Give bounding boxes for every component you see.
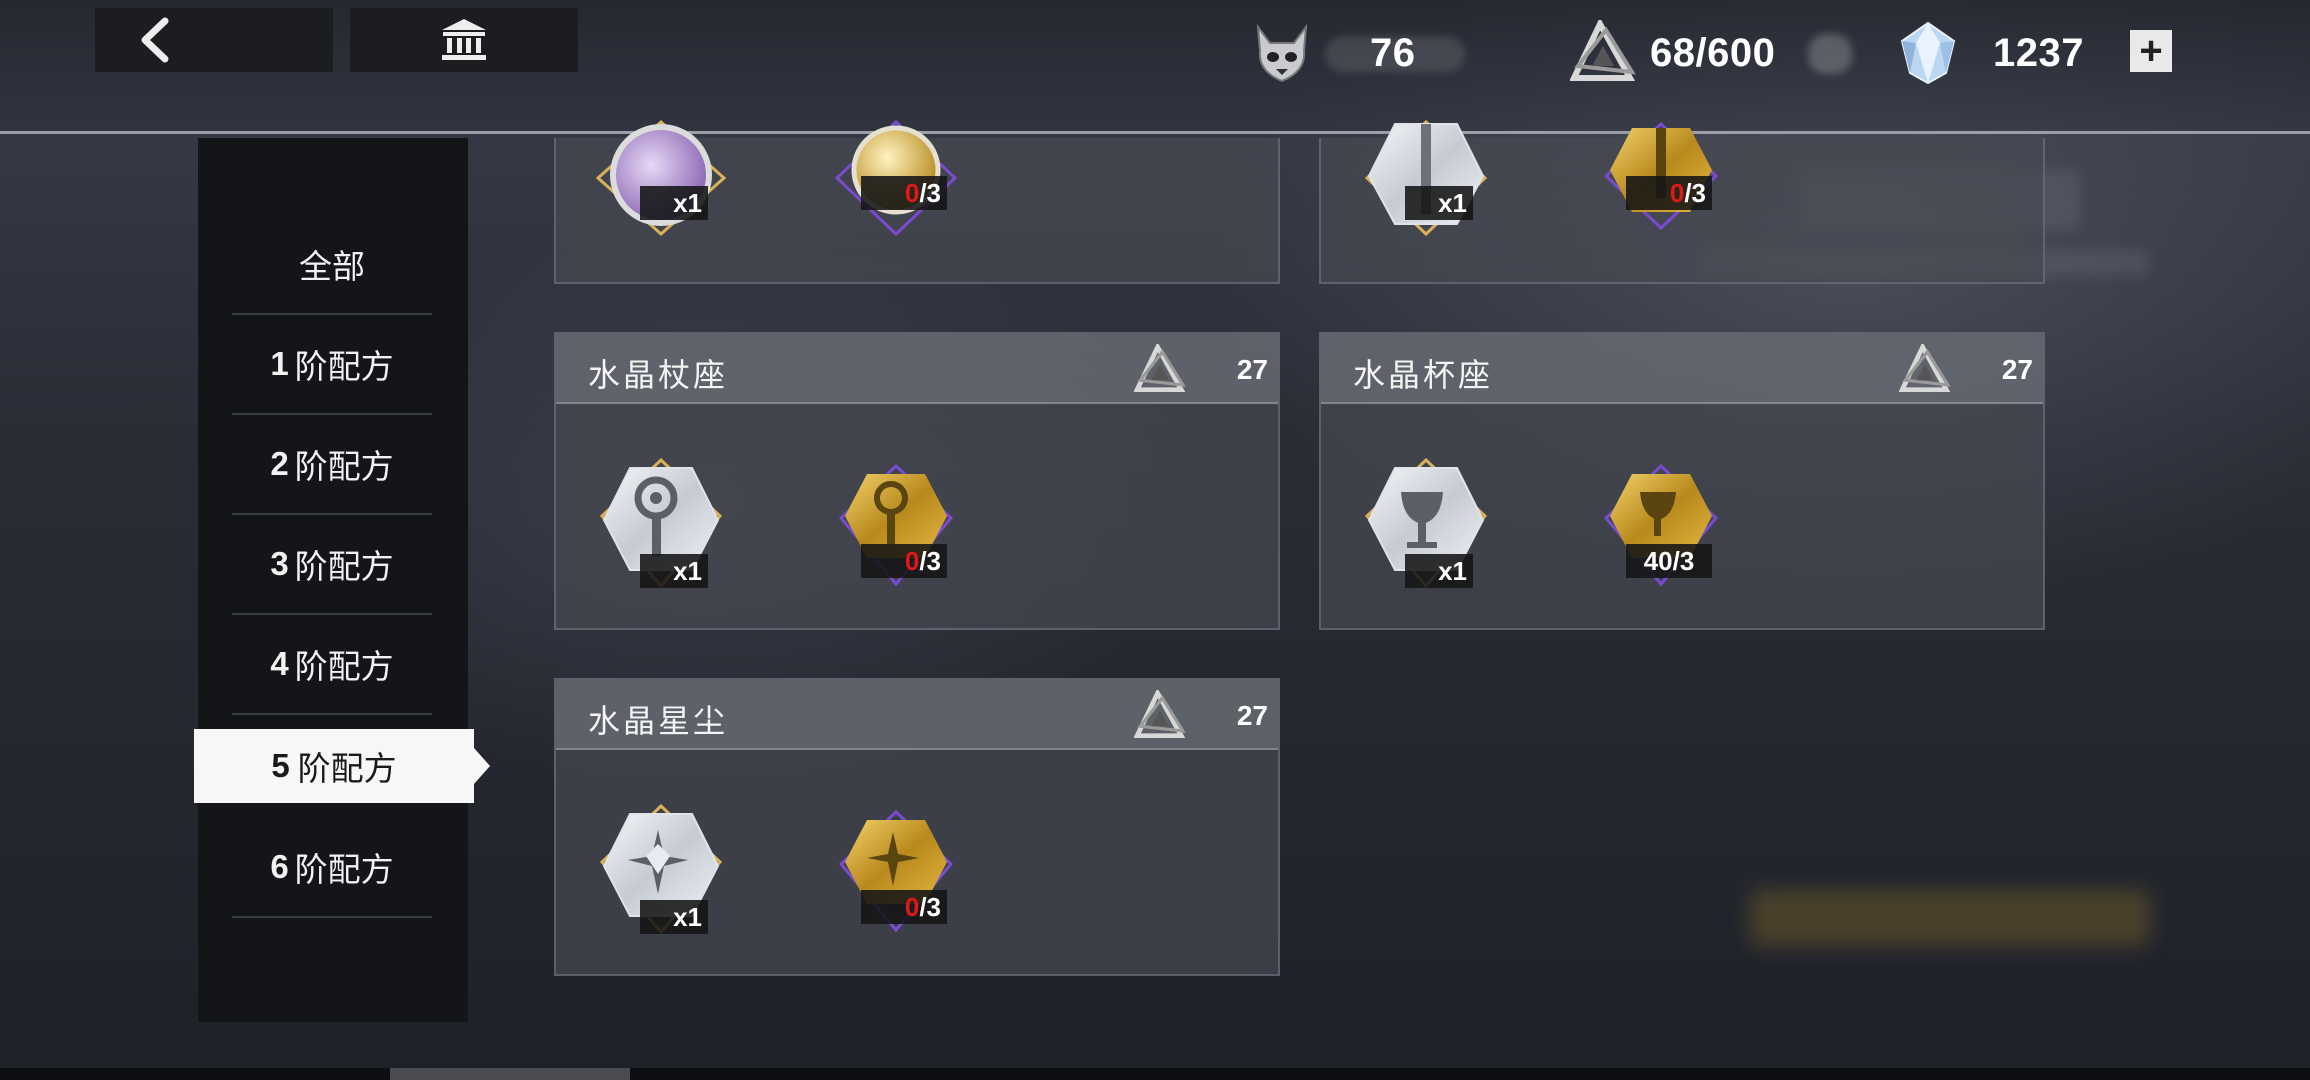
stamina-count: 68/600 [1650,30,1776,75]
blur-pill [1808,34,1852,74]
input-item-slot[interactable]: x1 [1361,457,1491,589]
output-item-slot[interactable]: 0/3 [831,458,961,588]
recipe-title: 水晶杯座 [1353,357,1494,393]
sidebar-item-label: 阶配方 [294,348,394,385]
museum-button[interactable] [350,8,578,72]
output-current: 0 [904,178,920,208]
tier-number: 2 [270,445,289,482]
skull-count: 76 [1370,30,1416,75]
input-item-slot[interactable]: x1 [595,119,727,250]
output-required: /3 [919,546,941,576]
recipe-card-crystal-cup-base[interactable]: 水晶杯座 27 x1 40/3 [1319,332,2045,630]
bottom-strip [0,1068,2310,1080]
output-item-slot[interactable]: 0/3 [1596,120,1726,250]
museum-icon [442,19,486,60]
recipe-cost: 27 [1236,700,1268,731]
tier-number: 6 [270,848,289,885]
input-count: x1 [673,188,702,218]
output-item-slot[interactable]: 0/3 [831,804,961,934]
recipe-title: 水晶杖座 [588,357,729,393]
input-count-badge: x1 [640,900,708,934]
selected-arrow [474,748,490,784]
output-item-slot[interactable]: 40/3 [1596,458,1726,588]
input-count: x1 [1438,556,1467,586]
input-count-badge: x1 [640,186,708,220]
sidebar-item-label: 全部 [299,248,365,285]
resource-stamina-value: 68/600 [1650,18,1775,88]
resource-stamina [1570,18,1636,88]
sidebar-item-tier-6[interactable]: 6 阶配方 [232,818,432,918]
input-count: x1 [673,556,702,586]
recipe-card-crystal-stardust[interactable]: 水晶星尘 27 x1 0/3 [554,678,1280,976]
sidebar-item-tier-4[interactable]: 4 阶配方 [232,615,432,715]
output-count-badge: 40/3 [1626,544,1712,578]
input-count: x1 [1438,188,1467,218]
recipe-cost: 27 [1236,354,1268,385]
input-count-badge: x1 [1405,554,1473,588]
background-blur [1750,890,2150,946]
recipe-card-partial[interactable]: x1 0/3 [1319,119,2045,284]
resource-skull [1250,18,1314,88]
tier-number: 5 [271,747,290,784]
recipe-card-crystal-staff-base[interactable]: 水晶杖座 27 x1 0/3 [554,332,1280,630]
output-count-badge: 0/3 [861,890,947,924]
output-count: 40/3 [1643,546,1695,576]
sidebar-item-tier-2[interactable]: 2 阶配方 [232,415,432,515]
resource-crystal [1898,18,1958,88]
output-count-badge: 0/3 [1626,176,1712,210]
sidebar-item-tier-1[interactable]: 1 阶配方 [232,315,432,415]
input-item-slot[interactable]: x1 [596,803,726,935]
add-crystal-button[interactable]: + [2130,30,2172,72]
recipe-cost: 27 [2001,354,2033,385]
tier-number: 1 [270,345,289,382]
resource-crystal-value: 1237 [1993,18,2084,88]
output-required: /3 [1684,178,1706,208]
card-header: 水晶杖座 27 [556,334,1278,404]
silver-crystal-icon [1364,119,1488,237]
tier-number: 3 [270,545,289,582]
recipe-title: 水晶星尘 [588,703,729,739]
sidebar-item-label: 阶配方 [294,648,394,685]
triangle-star-icon [1134,344,1186,393]
tier-number: 4 [270,645,289,682]
chevron-left-icon [141,17,169,63]
triangle-star-icon [1899,344,1951,393]
input-item-slot[interactable]: x1 [1361,119,1491,250]
recipe-card-partial[interactable]: x1 0/3 [554,119,1280,284]
output-current: 0 [904,892,920,922]
sidebar-item-label: 阶配方 [294,851,394,888]
sidebar-item-tier-3[interactable]: 3 阶配方 [232,515,432,615]
top-bar [0,0,2310,132]
output-item-slot[interactable]: 0/3 [831,119,961,250]
back-button[interactable] [95,8,333,72]
sidebar-item-label: 阶配方 [294,548,394,585]
input-count-badge: x1 [1405,186,1473,220]
bottom-strip-highlight [390,1068,630,1080]
output-required: /3 [919,892,941,922]
crystal-count: 1237 [1993,30,2084,75]
purple-orb-icon [595,119,727,237]
triangle-star-icon [1570,20,1636,81]
demon-skull-icon [1256,23,1308,83]
output-count-badge: 0/3 [861,544,947,578]
sidebar-item-tier-5[interactable]: 5 阶配方 [194,729,474,803]
crystal-gem-icon [1900,21,1956,85]
sidebar-item-label: 阶配方 [294,448,394,485]
card-header: 水晶星尘 27 [556,680,1278,750]
input-count: x1 [673,902,702,932]
input-item-slot[interactable]: x1 [596,457,726,589]
output-current: 0 [1669,178,1685,208]
top-divider [0,131,2310,134]
output-count-badge: 0/3 [861,176,947,210]
resource-skull-value: 76 [1370,18,1416,88]
sidebar-item-all[interactable]: 全部 [232,215,432,315]
triangle-star-icon [1134,690,1186,739]
output-required: /3 [919,178,941,208]
sidebar-item-label: 阶配方 [297,750,397,787]
input-count-badge: x1 [640,554,708,588]
output-current: 0 [904,546,920,576]
card-header: 水晶杯座 27 [1321,334,2043,404]
